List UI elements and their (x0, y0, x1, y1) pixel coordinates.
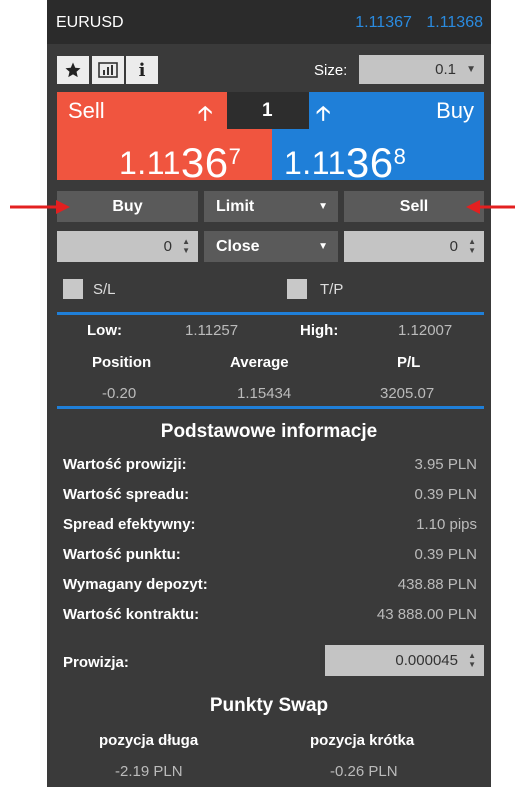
average-value: 1.15434 (237, 385, 292, 402)
low-value: 1.11257 (185, 322, 239, 339)
swap-title: Punkty Swap (209, 695, 329, 716)
info-row-label: Wartość prowizji: (63, 456, 187, 473)
buy-qty-value: 0 (163, 238, 172, 255)
buy-price-prefix: 1.11 (284, 145, 346, 181)
quote-readout: 1.11367 1.11368 (355, 14, 483, 32)
annotation-arrow-left-icon (466, 200, 515, 214)
tp-checkbox[interactable] (287, 279, 307, 299)
size-select[interactable]: 0.1 ▼ (359, 55, 484, 84)
chart-icon[interactable] (92, 56, 124, 84)
arrow-up-icon: 🡡 (198, 103, 213, 125)
low-label: Low: (87, 322, 122, 339)
trade-panel: EURUSD 1.11367 1.11368 i Size: 0.1 ▼ Sel… (47, 0, 491, 787)
sell-qty-stepper[interactable]: 0 ▲ ▼ (344, 231, 484, 262)
info-row: Wartość prowizji: 3.95 PLN (63, 456, 477, 476)
sl-label: S/L (93, 281, 116, 298)
tp-label: T/P (320, 281, 344, 298)
buy-price-pip: 8 (393, 144, 407, 169)
info-row-value: 43 888.00 PLN (376, 606, 477, 623)
info-title: Podstawowe informacje (160, 421, 378, 442)
average-label: Average (230, 354, 289, 371)
annotation-arrow-right-icon (10, 200, 70, 214)
close-label: Close (216, 237, 260, 255)
info-glyph: i (138, 59, 146, 81)
sell-label: Sell (68, 98, 105, 123)
lot-count: 1 (262, 100, 273, 121)
arrow-up-icon: 🡡 (316, 103, 331, 125)
size-value: 0.1 (435, 61, 456, 78)
position-label: Position (92, 354, 152, 371)
buy-button-label: Buy (112, 197, 143, 215)
info-row-label: Wymagany depozyt: (63, 576, 208, 593)
swap-short-label: pozycja krótka (310, 732, 415, 749)
chevron-down-icon: ▼ (466, 64, 476, 75)
spinner-icon[interactable]: ▲ ▼ (468, 651, 476, 669)
chevron-down-icon: ▼ (318, 201, 328, 212)
chevron-down-icon: ▼ (318, 241, 328, 252)
close-select[interactable]: Close ▼ (204, 231, 338, 262)
sell-qty-value: 0 (449, 238, 458, 255)
symbol-name: EURUSD (56, 14, 124, 31)
info-row: Wartość spreadu: 0.39 PLN (63, 486, 477, 506)
sell-price-pip: 7 (228, 144, 242, 169)
info-row: Spread efektywny: 1.10 pips (63, 516, 477, 536)
swap-long-value: -2.19 PLN (115, 763, 183, 780)
commission-label: Prowizja: (63, 654, 129, 671)
star-icon[interactable] (57, 56, 89, 84)
pl-label: P/L (397, 354, 421, 371)
buy-qty-stepper[interactable]: 0 ▲ ▼ (57, 231, 198, 262)
ask-quote: 1.11368 (426, 14, 483, 31)
buy-label: Buy (436, 98, 474, 123)
info-row-value: 1.10 pips (416, 516, 477, 533)
info-row-value: 3.95 PLN (414, 456, 477, 473)
commission-stepper[interactable]: 0.000045 ▲ ▼ (325, 645, 484, 676)
swap-short-value: -0.26 PLN (330, 763, 398, 780)
divider (57, 312, 484, 315)
bid-quote: 1.11367 (355, 14, 412, 31)
info-row: Wartość kontraktu: 43 888.00 PLN (63, 606, 477, 626)
buy-price: 1.11368 (284, 136, 407, 186)
size-label: Size: (314, 62, 348, 79)
spinner-icon[interactable]: ▲ ▼ (468, 237, 476, 255)
sl-checkbox[interactable] (63, 279, 83, 299)
pl-value: 3205.07 (380, 385, 435, 402)
sell-price-prefix: 1.11 (119, 145, 181, 181)
info-row-value: 0.39 PLN (414, 486, 477, 503)
title-bar: EURUSD 1.11367 1.11368 (47, 0, 491, 44)
divider (57, 406, 484, 409)
spinner-icon[interactable]: ▲ ▼ (182, 237, 190, 255)
buy-price-big: 36 (345, 139, 394, 186)
info-row: Wartość punktu: 0.39 PLN (63, 546, 477, 566)
info-row: Wymagany depozyt: 438.88 PLN (63, 576, 477, 596)
swap-long-label: pozycja długa (99, 732, 199, 749)
order-type-select[interactable]: Limit ▼ (204, 191, 338, 222)
sell-price-big: 36 (180, 139, 229, 186)
info-icon[interactable]: i (126, 56, 158, 84)
position-value: -0.20 (102, 385, 137, 402)
info-row-value: 0.39 PLN (414, 546, 477, 563)
buy-button[interactable]: Buy (57, 191, 198, 222)
info-row-label: Spread efektywny: (63, 516, 196, 533)
order-type-label: Limit (216, 197, 255, 215)
sell-price: 1.11367 (119, 136, 242, 186)
high-value: 1.12007 (398, 322, 453, 339)
sell-button-label: Sell (399, 197, 429, 215)
sell-button[interactable]: Sell (344, 191, 484, 222)
high-label: High: (300, 322, 339, 339)
commission-value: 0.000045 (395, 652, 458, 669)
info-row-label: Wartość kontraktu: (63, 606, 200, 623)
info-row-value: 438.88 PLN (397, 576, 477, 593)
info-row-label: Wartość punktu: (63, 546, 181, 563)
info-row-label: Wartość spreadu: (63, 486, 190, 503)
